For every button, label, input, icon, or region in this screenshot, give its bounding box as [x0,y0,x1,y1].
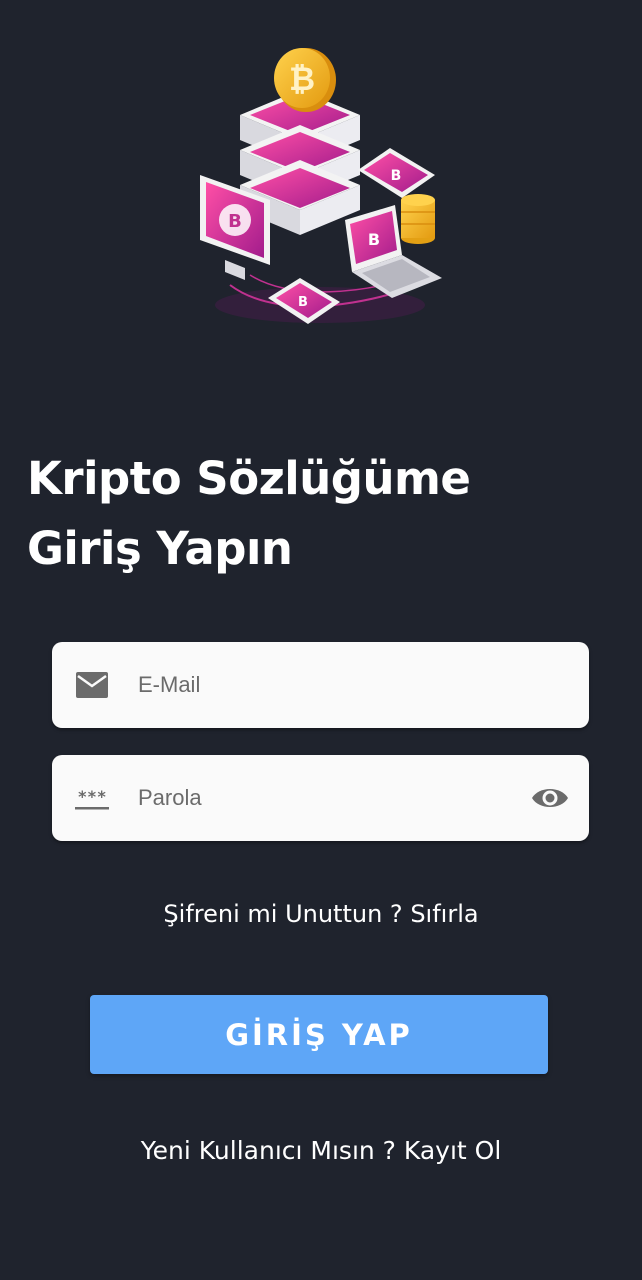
title-line-1: Kripto Sözlüğüme [27,452,471,505]
eye-icon[interactable] [531,783,569,813]
mail-icon [76,672,108,698]
forgot-password-row: Şifreni mi Unuttun ? Sıfırla [0,900,642,928]
register-prompt: Yeni Kullanıcı Mısın ? [140,1136,396,1165]
reset-password-link[interactable]: Sıfırla [410,900,478,928]
svg-text:***: *** [78,787,107,806]
page-title: Kripto Sözlüğüme Giriş Yapın [27,444,617,584]
crypto-illustration: ₿ B B B B [200,48,442,324]
svg-text:B: B [228,211,242,232]
email-field[interactable] [52,642,589,728]
password-field[interactable]: *** [52,755,589,841]
login-button[interactable]: GİRİŞ YAP [90,995,548,1074]
register-link[interactable]: Kayıt Ol [404,1136,501,1165]
password-dots-icon: *** [75,787,109,810]
title-line-2: Giriş Yapın [27,522,293,575]
forgot-password-prompt: Şifreni mi Unuttun ? [163,900,403,928]
svg-text:₿: ₿ [289,60,315,98]
register-row: Yeni Kullanıcı Mısın ? Kayıt Ol [0,1136,642,1165]
password-input[interactable] [138,755,518,841]
svg-text:B: B [391,168,402,184]
svg-text:B: B [298,295,308,310]
svg-text:B: B [368,230,380,249]
email-input[interactable] [138,642,518,728]
